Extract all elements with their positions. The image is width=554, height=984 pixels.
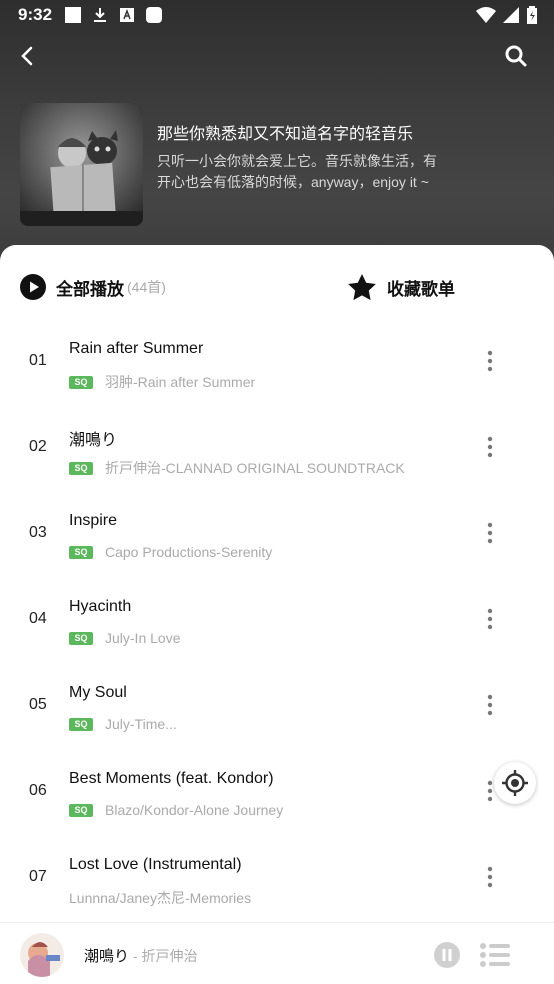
track-row[interactable]: 03 Inspire SQ Capo Productions-Serenity (0, 490, 554, 576)
status-time: 9:32 (18, 5, 53, 24)
track-subtitle: SQ July-Time... (69, 716, 177, 732)
track-artist: July-In Love (105, 630, 181, 646)
track-subtitle: SQ 羽肿-Rain after Summer (69, 372, 255, 392)
now-playing-artwork[interactable] (20, 933, 64, 977)
track-row[interactable]: 06 Best Moments (feat. Kondor) SQ Blazo/K… (0, 748, 554, 834)
track-artist: 羽肿-Rain after Summer (105, 374, 256, 390)
track-row[interactable]: 02 潮鳴り SQ 折戸伸治-CLANNAD ORIGINAL SOUNDTRAC… (0, 404, 554, 490)
track-subtitle: SQ Capo Productions-Serenity (69, 544, 272, 560)
collect-playlist-button[interactable]: 收藏歌单 (347, 273, 455, 301)
track-row[interactable]: 07 Lost Love (Instrumental) Lunnna/Janey… (0, 834, 554, 920)
sq-badge: SQ (69, 717, 93, 731)
now-playing-title: 潮鳴り (84, 948, 130, 965)
app-rounded-icon (146, 7, 162, 23)
playlist-cover[interactable] (20, 103, 143, 226)
track-number: 05 (29, 696, 47, 713)
play-all-label: 全部播放 (56, 279, 124, 299)
download-icon (94, 8, 106, 22)
track-title: Inspire (69, 512, 118, 529)
track-title: Lost Love (Instrumental) (69, 856, 242, 873)
search-icon[interactable] (504, 44, 528, 68)
now-playing-artist: - 折戸伸治 (129, 948, 198, 964)
track-title: 潮鳴り (69, 432, 118, 449)
playlist-title: 那些你熟悉却又不知道名字的轻音乐 (157, 126, 414, 143)
now-playing-info: 潮鳴り - 折戸伸治 (84, 945, 197, 966)
signal-icon (503, 7, 519, 23)
playlist-description[interactable]: 只听一小会你就会爱上它。音乐就像生活，有开心也会有低落的时候，anyway，en… (157, 151, 437, 193)
play-all-button[interactable]: 全部播放 (44首) (20, 274, 166, 300)
track-artist: Capo Productions-Serenity (105, 544, 273, 560)
track-artist: 折戸伸治-CLANNAD ORIGINAL SOUNDTRACK (105, 460, 405, 476)
sq-badge: SQ (69, 631, 93, 645)
play-circle-icon (20, 274, 46, 300)
mini-player[interactable]: 潮鳴り - 折戸伸治 (0, 922, 554, 984)
more-vertical-icon[interactable] (480, 693, 500, 717)
track-title: Rain after Summer (69, 340, 204, 357)
more-vertical-icon[interactable] (480, 865, 500, 889)
more-vertical-icon[interactable] (480, 521, 500, 545)
track-subtitle: SQ Blazo/Kondor-Alone Journey (69, 802, 283, 818)
track-number: 07 (29, 868, 47, 885)
artwork-image (20, 933, 64, 977)
track-artist: July-Time... (105, 716, 177, 732)
track-artist: Lunnna/Janey杰尼-Memories (69, 890, 252, 906)
sq-badge: SQ (69, 803, 93, 817)
playlist-icon[interactable] (480, 942, 510, 968)
track-number: 02 (29, 438, 47, 455)
track-subtitle: SQ 折戸伸治-CLANNAD ORIGINAL SOUNDTRACK (69, 458, 405, 478)
track-title: Best Moments (feat. Kondor) (69, 770, 274, 787)
track-title: Hyacinth (69, 598, 132, 615)
track-number: 04 (29, 610, 47, 627)
collect-label: 收藏歌单 (387, 279, 455, 299)
sq-badge: SQ (69, 461, 93, 475)
track-artist: Blazo/Kondor-Alone Journey (105, 802, 284, 818)
sq-badge: SQ (69, 375, 93, 389)
star-icon (348, 274, 376, 301)
track-subtitle: Lunnna/Janey杰尼-Memories (69, 888, 251, 908)
track-subtitle: SQ July-In Love (69, 630, 180, 646)
back-icon[interactable] (14, 42, 42, 70)
track-row[interactable]: 01 Rain after Summer SQ 羽肿-Rain after Sum… (0, 318, 554, 404)
track-row[interactable]: 04 Hyacinth SQ July-In Love (0, 576, 554, 662)
locate-icon (502, 770, 528, 796)
track-row[interactable]: 05 My Soul SQ July-Time... (0, 662, 554, 748)
locate-current-button[interactable] (494, 762, 536, 804)
track-number: 01 (29, 352, 47, 369)
status-bar: 9:32 (0, 0, 554, 30)
sq-badge: SQ (69, 545, 93, 559)
more-vertical-icon[interactable] (480, 349, 500, 373)
more-vertical-icon[interactable] (480, 435, 500, 459)
cover-image (20, 103, 143, 226)
track-count: (44首) (127, 279, 166, 295)
wifi-icon (476, 7, 496, 23)
notification-square-icon (65, 7, 81, 23)
track-number: 03 (29, 524, 47, 541)
track-number: 06 (29, 782, 47, 799)
track-title: My Soul (69, 684, 127, 701)
more-vertical-icon[interactable] (480, 607, 500, 631)
battery-icon (527, 6, 537, 24)
font-app-icon (120, 8, 134, 22)
pause-icon[interactable] (433, 941, 461, 969)
